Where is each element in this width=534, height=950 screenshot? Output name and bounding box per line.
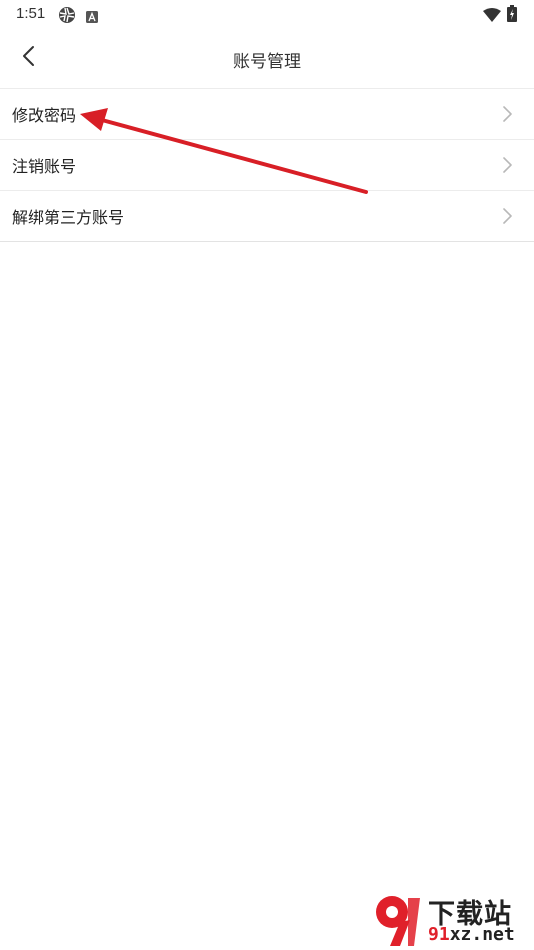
chevron-right-icon [502,156,514,174]
wifi-icon [483,7,501,26]
watermark: 下载站 91xz.net [362,890,534,950]
account-menu: 修改密码 注销账号 解绑第三方账号 [0,88,534,242]
menu-item-label: 修改密码 [12,106,77,125]
menu-item-label: 解绑第三方账号 [12,208,125,227]
menu-item-change-password[interactable]: 修改密码 [0,89,534,140]
brand-logo-icon [364,892,424,950]
menu-item-unbind-third-party[interactable]: 解绑第三方账号 [0,191,534,242]
watermark-url: 91xz.net [428,924,515,945]
chevron-right-icon [502,105,514,123]
app-a-icon [86,8,98,27]
chevron-right-icon [502,207,514,225]
aperture-icon [58,6,76,28]
watermark-url-domain: xz.net [449,924,515,945]
menu-item-label: 注销账号 [12,157,77,176]
app-bar: 账号管理 [0,28,534,88]
page-title: 账号管理 [233,52,301,72]
status-bar: 1:51 [0,0,534,28]
status-time: 1:51 [16,5,46,22]
watermark-url-number: 91 [428,924,450,945]
battery-charging-icon [507,5,517,26]
menu-item-deactivate-account[interactable]: 注销账号 [0,140,534,191]
